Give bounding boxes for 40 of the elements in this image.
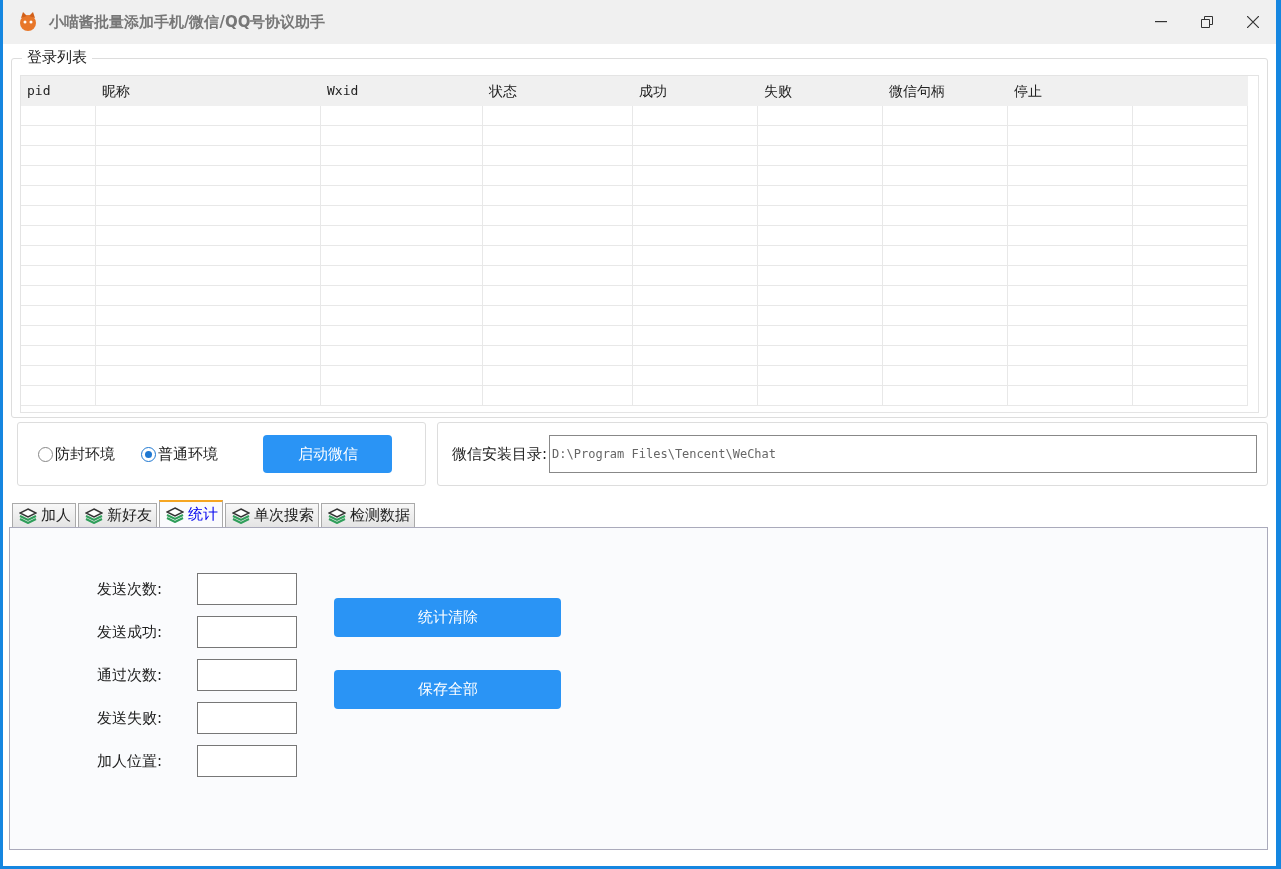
cat-logo-icon <box>17 11 39 33</box>
input-field[interactable] <box>197 702 297 734</box>
minimize-icon <box>1155 21 1167 23</box>
restore-icon <box>1201 16 1213 28</box>
input-field[interactable] <box>197 573 297 605</box>
column-header[interactable]: 失败 <box>758 76 883 106</box>
tab[interactable]: 检测数据 <box>321 503 415 527</box>
input-field[interactable] <box>197 616 297 648</box>
group-title: 登录列表 <box>22 48 92 67</box>
tab[interactable]: 单次搜索 <box>225 503 319 527</box>
column-header[interactable]: 成功 <box>633 76 758 106</box>
column-header[interactable]: Wxid <box>321 76 483 106</box>
install-path-field[interactable]: D:\Program Files\Tencent\WeChat <box>549 435 1257 473</box>
field-label: 加人位置: <box>97 751 164 771</box>
column-header[interactable]: 停止 <box>1008 76 1133 106</box>
input-field[interactable] <box>197 745 297 777</box>
radio-option[interactable]: 普通环境 <box>141 444 218 464</box>
tab[interactable]: 统计 <box>159 500 223 527</box>
window-title: 小喵酱批量添加手机/微信/QQ号协议助手 <box>49 12 327 32</box>
layers-icon <box>85 507 103 524</box>
layers-icon <box>166 506 184 523</box>
field-label: 发送成功: <box>97 622 164 642</box>
column-header[interactable]: 状态 <box>483 76 633 106</box>
radio-button[interactable] <box>141 446 156 462</box>
radio-option[interactable]: 防封环境 <box>38 444 115 464</box>
layers-icon <box>328 507 346 524</box>
tab[interactable]: 新好友 <box>78 503 157 527</box>
input-field[interactable] <box>197 659 297 691</box>
column-header[interactable]: pid <box>21 76 96 106</box>
tab[interactable]: 加人 <box>12 503 76 527</box>
field-label: 通过次数: <box>97 665 164 685</box>
close-icon <box>1247 16 1259 28</box>
column-header[interactable]: 微信句柄 <box>883 76 1008 106</box>
field-label: 发送次数: <box>97 579 164 599</box>
radio-button[interactable] <box>38 446 53 462</box>
column-header[interactable]: 昵称 <box>96 76 321 106</box>
field-label: 发送失败: <box>97 708 164 728</box>
install-path-label: 微信安装目录: <box>452 444 548 464</box>
layers-icon <box>232 507 250 524</box>
layers-icon <box>19 507 37 524</box>
